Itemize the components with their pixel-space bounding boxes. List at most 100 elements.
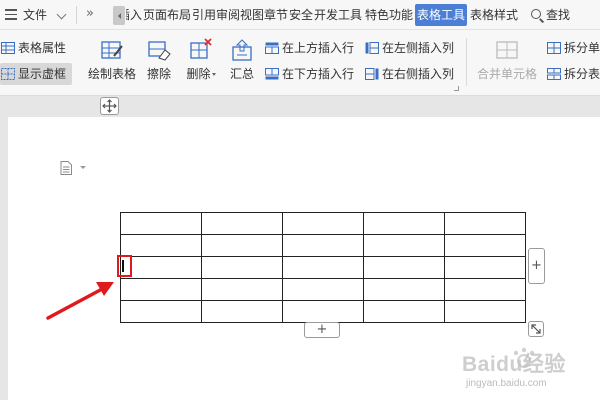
search-icon[interactable] [531, 9, 541, 19]
table-cell[interactable] [444, 212, 526, 235]
eraser-icon [148, 41, 171, 61]
tab-references[interactable]: 引用 [192, 0, 216, 30]
tab-chapter[interactable]: 章节 [264, 0, 288, 30]
merge-cells-icon [496, 41, 518, 59]
table-cell[interactable] [201, 300, 283, 323]
table-cell[interactable] [444, 256, 526, 279]
split-table-icon [547, 68, 561, 80]
dialog-launcher-icon[interactable] [454, 86, 459, 91]
file-menu[interactable]: 文件 [23, 0, 47, 30]
insert-row-above-label: 在上方插入行 [282, 41, 355, 55]
insert-row-above-button[interactable]: 在上方插入行 [264, 37, 354, 59]
table-cell[interactable] [282, 234, 364, 257]
split-table-button[interactable]: 拆分表格 [546, 63, 600, 85]
split-cells-icon [547, 42, 561, 54]
add-column-button[interactable]: + [528, 248, 545, 284]
table-cell[interactable] [363, 300, 445, 323]
table-cell[interactable] [201, 278, 283, 301]
table-cell[interactable] [120, 234, 202, 257]
summary-button[interactable]: 汇总 [226, 38, 258, 81]
table-cell[interactable] [201, 256, 283, 279]
erase-label: 擦除 [146, 67, 171, 81]
table-row [120, 278, 526, 301]
tab-view[interactable]: 视图 [240, 0, 264, 30]
tab-scroll-left-button[interactable] [113, 6, 125, 25]
table-cell[interactable] [120, 256, 202, 279]
tab-insert[interactable]: 插入 [126, 0, 142, 30]
table-cell[interactable] [282, 256, 364, 279]
tab-table-style[interactable]: 表格样式 [470, 0, 518, 30]
draw-table-button[interactable]: 绘制表格 [86, 38, 138, 81]
delete-dropdown[interactable]: 删除 [182, 38, 220, 81]
delete-label: 删除 [186, 67, 211, 81]
insert-column-right-label: 在右侧插入列 [382, 67, 455, 81]
table-cell[interactable] [363, 234, 445, 257]
ribbon-toolbar: 表格属性 显示虚框 绘制表格 擦除 删除 汇总 在上方插入行 在下方插入行 在左… [0, 30, 600, 96]
tab-review[interactable]: 审阅 [216, 0, 240, 30]
table-row [120, 256, 526, 279]
insert-column-left-label: 在左侧插入列 [382, 41, 455, 55]
table-cell[interactable] [282, 278, 364, 301]
show-gridlines-label: 显示虚框 [18, 67, 67, 81]
tab-security[interactable]: 安全 [289, 0, 313, 30]
watermark-url: jingyan.baidu.com [466, 378, 547, 389]
table-row [120, 300, 526, 323]
table-cell[interactable] [120, 278, 202, 301]
delete-table-icon [190, 38, 212, 59]
chevron-down-icon[interactable] [56, 9, 67, 20]
table-cell[interactable] [444, 278, 526, 301]
insert-row-above-icon [265, 42, 279, 54]
table-properties-label: 表格属性 [18, 41, 67, 55]
dropdown-arrow-icon [211, 73, 216, 76]
table-cell[interactable] [363, 256, 445, 279]
draw-table-label: 绘制表格 [87, 67, 136, 81]
insert-column-right-button[interactable]: 在右侧插入列 [364, 63, 454, 85]
show-gridlines-toggle[interactable]: 显示虚框 [0, 63, 72, 85]
hamburger-menu-icon[interactable] [5, 9, 17, 20]
merge-cells-button[interactable]: 合并单元格 [474, 38, 540, 81]
watermark-text: Baidu经验 [462, 353, 566, 376]
summary-label: 汇总 [229, 67, 254, 81]
insert-row-below-button[interactable]: 在下方插入行 [264, 63, 354, 85]
tab-table-tools[interactable]: 表格工具 [415, 4, 468, 26]
insert-column-right-icon [365, 68, 379, 80]
table-cell[interactable] [201, 212, 283, 235]
paragraph-dropdown-arrow-icon[interactable] [80, 166, 86, 169]
split-cells-button[interactable]: 拆分单元格 [546, 37, 600, 59]
insert-row-below-icon [265, 68, 279, 80]
table-resize-handle[interactable] [528, 321, 544, 337]
insert-column-left-icon [365, 42, 379, 54]
table-cell[interactable] [363, 212, 445, 235]
table-properties-button[interactable]: 表格属性 [0, 37, 66, 59]
table-cell[interactable] [282, 212, 364, 235]
tab-special-features[interactable]: 特色功能 [365, 0, 413, 30]
table-body [120, 212, 526, 323]
more-tabs-button[interactable]: » [86, 0, 94, 30]
table-row [120, 212, 526, 235]
move-arrows-icon [102, 99, 117, 113]
tab-page-layout[interactable]: 页面布局 [143, 0, 191, 30]
table-cell[interactable] [444, 300, 526, 323]
gridlines-icon [1, 68, 15, 80]
draw-table-icon [101, 41, 123, 59]
search-button[interactable]: 查找 [546, 0, 570, 30]
erase-button[interactable]: 擦除 [142, 38, 176, 81]
tab-developer[interactable]: 开发工具 [314, 0, 362, 30]
add-row-button[interactable]: + [304, 322, 340, 338]
insert-column-left-button[interactable]: 在左侧插入列 [364, 37, 454, 59]
summary-icon [232, 39, 252, 61]
table-cell[interactable] [120, 300, 202, 323]
resize-diagonal-icon [531, 324, 541, 334]
ribbon-divider [466, 38, 467, 86]
table-cell[interactable] [120, 212, 202, 235]
table-cell[interactable] [282, 300, 364, 323]
table-properties-icon [1, 42, 15, 54]
document-table[interactable] [120, 212, 526, 323]
table-cell[interactable] [363, 278, 445, 301]
table-cell[interactable] [201, 234, 283, 257]
split-table-label: 拆分表格 [564, 67, 600, 81]
table-move-handle[interactable] [100, 97, 119, 115]
table-cell[interactable] [444, 234, 526, 257]
paragraph-layout-icon[interactable] [60, 161, 72, 175]
delete-label-wrap: 删除 [182, 67, 220, 81]
